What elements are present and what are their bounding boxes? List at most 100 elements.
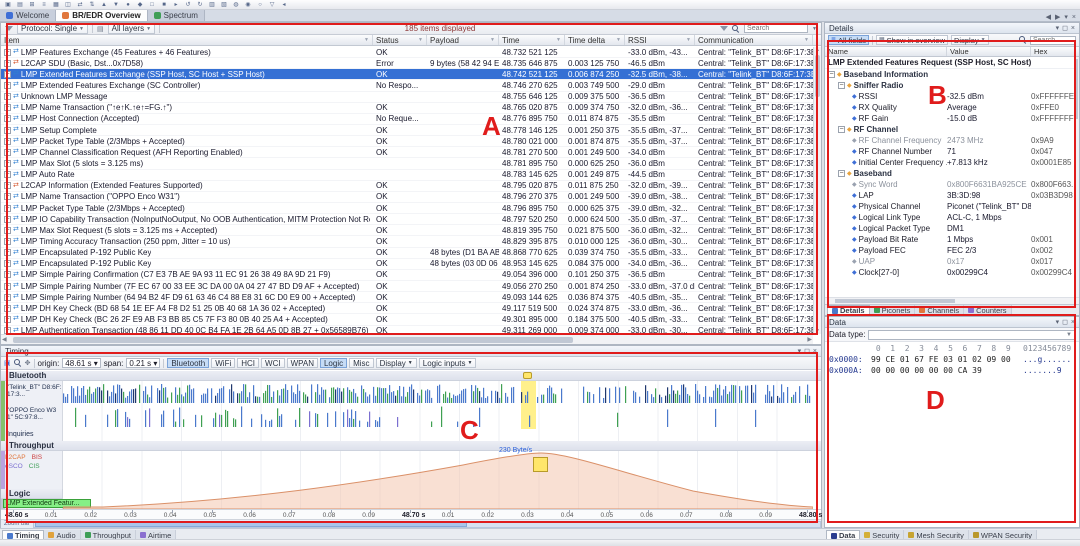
timing-row-device-oppo[interactable]: "OPPO Enco W31" 5C:97:8... <box>7 407 62 421</box>
expand-icon[interactable]: + <box>4 160 11 167</box>
menubar-icon[interactable]: ⇄ <box>76 1 84 9</box>
telink-activity-ticks[interactable] <box>63 382 813 403</box>
details-row[interactable]: ◆RX QualityAverage0xFFE0 <box>825 102 1075 113</box>
tab-br-edr-overview[interactable]: BR/EDR Overview <box>56 10 147 21</box>
tab-list-icon[interactable]: ▾ <box>1064 13 1068 21</box>
menubar-icon[interactable]: ↺ <box>184 1 192 9</box>
hex-line[interactable]: 0x000A:00 00 00 00 00 00 CA 39.......9 <box>829 365 1077 376</box>
pan-tool-icon[interactable]: ✥ <box>25 359 31 367</box>
panel-menu-icon[interactable]: ▾ <box>1056 318 1060 327</box>
search-icon[interactable] <box>732 25 740 33</box>
menubar-icon[interactable]: ▽ <box>268 1 276 9</box>
menubar-icon[interactable]: ◆ <box>136 1 144 9</box>
tab-channels[interactable]: Channels <box>915 305 964 315</box>
timing-filter-misc[interactable]: Misc <box>349 358 373 368</box>
details-column-header-name[interactable]: Name <box>825 47 947 56</box>
scroll-up-icon[interactable]: ▲ <box>814 47 821 53</box>
menubar-icon[interactable]: ▸ <box>172 1 180 9</box>
details-row[interactable]: ◆Physical ChannelPiconet ("Telink_BT" D8… <box>825 201 1075 212</box>
expand-icon[interactable]: + <box>4 305 11 312</box>
column-header-communication[interactable]: Communication▼ <box>695 35 813 45</box>
timing-filter-logic-inputs[interactable]: Logic inputs▼ <box>419 358 477 368</box>
expand-icon[interactable]: + <box>4 316 11 323</box>
expand-icon[interactable]: + <box>4 115 11 122</box>
table-row[interactable]: +⇄LMP Extended Features Exchange (SC Con… <box>1 80 813 91</box>
table-row[interactable]: +⇄LMP Authentication Transaction (48 86 … <box>1 326 813 334</box>
details-horizontal-scrollbar[interactable] <box>825 297 1079 304</box>
table-row[interactable]: +⇄LMP Simple Pairing Confirmation (C7 E3… <box>1 270 813 281</box>
details-row[interactable]: ◆Clock[27-0]0x00299C40x00299C4 <box>825 267 1075 278</box>
details-row[interactable]: ◆Payload FECFEC 2/30x002 <box>825 245 1075 256</box>
span-value[interactable]: 0.21 s ▾ <box>126 358 160 368</box>
protocol-search-input[interactable] <box>744 24 808 33</box>
menubar-icon[interactable]: ▧ <box>220 1 228 9</box>
expand-icon[interactable]: + <box>4 193 11 200</box>
scrollbar-thumb[interactable] <box>1075 59 1078 119</box>
expand-icon[interactable]: + <box>4 171 11 178</box>
filter-icon[interactable]: ▼ <box>616 37 621 43</box>
search-icon[interactable] <box>1019 36 1027 44</box>
table-row[interactable]: +⇄LMP IO Capability Transaction (NoInput… <box>1 214 813 225</box>
table-row[interactable]: +⇄LMP Name Transaction ("↑e↑K.↑e↑=FG.↑")… <box>1 103 813 114</box>
protocol-vertical-scrollbar[interactable]: ▲ ▼ <box>813 47 821 334</box>
table-row[interactable]: +⇄LMP Extended Features Exchange (SSP Ho… <box>1 69 813 80</box>
details-row[interactable]: −◆RF Channel <box>825 124 1075 135</box>
data-type-combobox[interactable]: ▼ <box>868 330 1075 340</box>
table-row[interactable]: +⇄LMP Simple Pairing Number (64 94 B2 4F… <box>1 292 813 303</box>
expand-icon[interactable]: + <box>4 216 11 223</box>
expand-icon[interactable]: + <box>4 205 11 212</box>
protocol-selector[interactable]: Protocol: Single ▼ <box>17 24 88 34</box>
table-row[interactable]: +⇄LMP Name Transaction ("OPPO Enco W31")… <box>1 192 813 203</box>
panel-splitter[interactable] <box>822 22 824 528</box>
tab-piconets[interactable]: Piconets <box>870 305 916 315</box>
menubar-icon[interactable]: ◫ <box>64 1 72 9</box>
table-row[interactable]: +⇄LMP Timing Accuracy Transaction (250 p… <box>1 236 813 247</box>
table-row[interactable]: +⇄LMP Encapsulated P-192 Public KeyOK48 … <box>1 259 813 270</box>
pin-icon[interactable]: ◻ <box>1062 24 1068 33</box>
timing-filter-display[interactable]: Display▼ <box>376 358 417 368</box>
details-column-header-hex[interactable]: Hex <box>1031 47 1075 56</box>
expand-icon[interactable]: + <box>4 271 11 278</box>
timing-filter-wpan[interactable]: WPAN <box>287 358 318 368</box>
details-vertical-scrollbar[interactable] <box>1075 57 1079 297</box>
table-row[interactable]: +⇄LMP Packet Type Table (2/3Mbps + Accep… <box>1 136 813 147</box>
scroll-down-icon[interactable]: ▼ <box>814 328 821 334</box>
column-header-item[interactable]: Item▼ <box>1 35 373 45</box>
details-row[interactable]: ◆RF Channel Number710x047 <box>825 146 1075 157</box>
table-row[interactable]: +⇄LMP Simple Pairing Number (7F EC 67 00… <box>1 281 813 292</box>
details-row[interactable]: ◆UAP0x170x017 <box>825 256 1075 267</box>
table-row[interactable]: +⇄LMP Encapsulated P-192 Public KeyOK48 … <box>1 248 813 259</box>
details-row[interactable]: ◆RSSI-32.5 dBm0xFFFFFFE0 <box>825 91 1075 102</box>
menubar-icon[interactable]: ≡ <box>40 1 48 9</box>
timing-zoom-bar[interactable]: Zoom bar <box>1 519 821 528</box>
timing-body[interactable]: Bluetooth "Telink_BT" D8:6F:17:3... "OPP… <box>1 371 821 509</box>
menubar-icon[interactable]: ▣ <box>4 1 12 9</box>
panel-menu-icon[interactable]: ▾ <box>1056 24 1060 33</box>
expand-icon[interactable]: + <box>4 182 11 189</box>
menubar-icon[interactable]: ▼ <box>112 1 120 9</box>
show-in-overview-button[interactable]: ▦ Show in overview <box>876 35 948 45</box>
close-icon[interactable]: × <box>1071 24 1075 33</box>
expand-icon[interactable]: + <box>4 249 11 256</box>
details-row[interactable]: −◆Baseband <box>825 168 1075 179</box>
filter-icon[interactable]: ▼ <box>686 37 691 43</box>
filter-icon[interactable]: ▼ <box>556 37 561 43</box>
menubar-icon[interactable]: ▲ <box>100 1 108 9</box>
scroll-left-icon[interactable]: ◀ <box>2 336 7 343</box>
table-row[interactable]: +⇄LMP Packet Type Table (2/3Mbps + Accep… <box>1 203 813 214</box>
oppo-activity-ticks[interactable] <box>63 404 813 427</box>
scrollbar-thumb[interactable] <box>815 55 820 97</box>
menubar-icon[interactable]: ◍ <box>232 1 240 9</box>
table-row[interactable]: +⇄LMP Channel Classification Request (AF… <box>1 147 813 158</box>
expand-icon[interactable]: + <box>4 294 11 301</box>
menubar-icon[interactable]: ◉ <box>244 1 252 9</box>
menubar-icon[interactable]: ○ <box>256 1 264 9</box>
filter-icon[interactable]: ▼ <box>804 37 809 43</box>
collapse-icon[interactable]: − <box>838 126 845 133</box>
column-header-status[interactable]: Status▼ <box>373 35 427 45</box>
expand-icon[interactable]: + <box>4 283 11 290</box>
tab-scroll-right-icon[interactable]: ▶ <box>1055 13 1060 21</box>
expand-icon[interactable]: + <box>4 227 11 234</box>
timing-row-inquiries[interactable]: Inquiries <box>7 431 62 438</box>
details-row[interactable]: ◆RF Gain-15.0 dB0xFFFFFFF1 <box>825 113 1075 124</box>
